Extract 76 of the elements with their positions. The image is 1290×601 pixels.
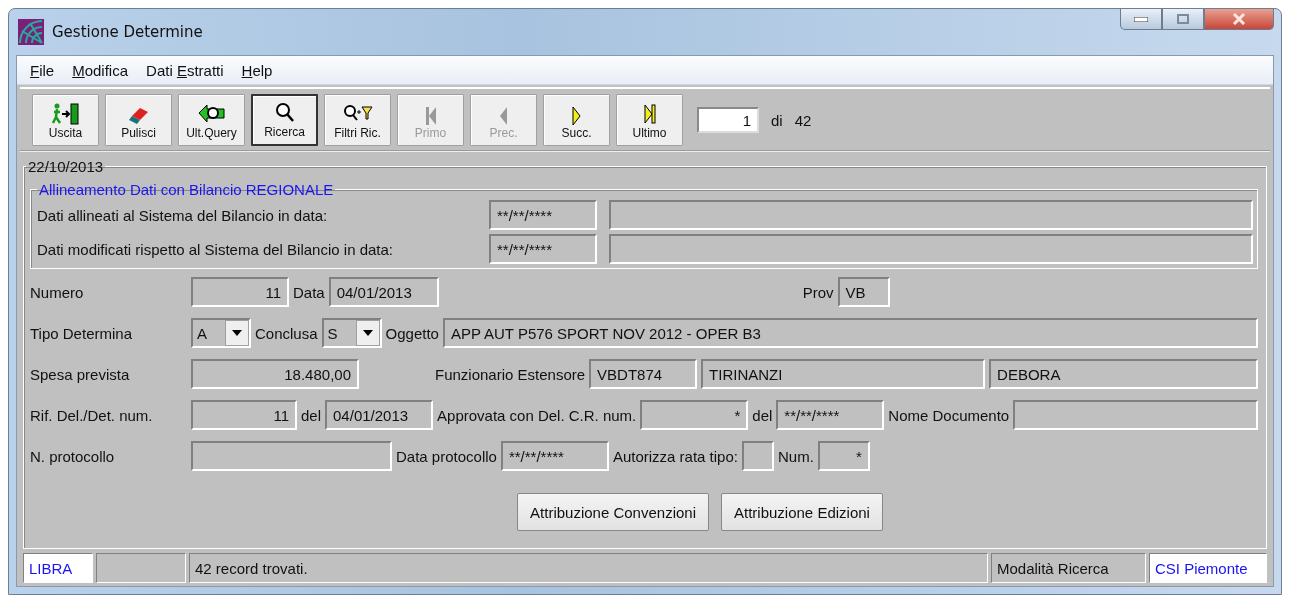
toolbar-button[interactable]: Filtri Ric. — [324, 94, 391, 146]
toolbar-button[interactable]: Uscita — [32, 94, 99, 146]
close-button[interactable] — [1204, 9, 1274, 30]
field-label: Dati modificati rispetto al Sistema del Bilancio in data: — [37, 240, 394, 258]
menu-item[interactable]: File — [21, 61, 64, 79]
text-field[interactable]: APP AUT P576 SPORT NOV 2012 - OPER B3 — [442, 318, 1258, 348]
dropdown[interactable]: A — [191, 318, 251, 348]
text-field[interactable] — [609, 234, 1253, 264]
field-label: Conclusa — [255, 324, 318, 342]
dropdown[interactable]: S — [321, 318, 382, 348]
field-label: Spesa prevista — [30, 365, 131, 383]
text-field[interactable]: TIRINANZI — [701, 359, 986, 389]
text-field[interactable]: VB — [837, 277, 890, 307]
text-field[interactable]: 04/01/2013 — [328, 277, 439, 307]
text-field[interactable]: * — [817, 441, 870, 471]
field-label: Rif. Del./Det. num. — [30, 406, 154, 424]
previous-record-icon — [499, 106, 508, 126]
status-cell: LIBRA — [23, 553, 93, 583]
date-field[interactable]: **/**/**** — [489, 234, 597, 264]
maximize-icon — [1177, 14, 1189, 24]
field-label: Num. — [777, 447, 814, 465]
field-label: Nome Documento — [888, 406, 1010, 424]
toolbar-button[interactable]: Ult.Query — [178, 94, 245, 146]
exit-door-icon — [50, 102, 81, 126]
field-label: Tipo Determina — [30, 324, 133, 342]
window-title: Gestione Determine — [52, 23, 203, 41]
text-field[interactable] — [1013, 400, 1258, 430]
field-label: Prov — [802, 283, 834, 301]
text-field[interactable]: * — [640, 400, 749, 430]
group-title: 22/10/2013 — [27, 158, 105, 175]
minimize-icon — [1134, 16, 1148, 22]
status-cell: CSI Piemonte — [1149, 553, 1267, 583]
next-record-icon — [571, 106, 582, 126]
field-label: Funzionario Estensore — [435, 365, 586, 383]
field-label: Dati allineati al Sistema del Bilancio in data: — [37, 206, 329, 224]
record-number-field[interactable]: 1 — [697, 107, 759, 133]
text-field[interactable]: 18.480,00 — [191, 359, 359, 389]
text-field[interactable]: DEBORA — [989, 359, 1258, 389]
app-logo-icon — [18, 19, 44, 45]
field-label: del — [301, 406, 322, 424]
menu-item[interactable]: Help — [232, 61, 282, 79]
text-field[interactable] — [191, 441, 392, 471]
record-total: 42 — [794, 111, 812, 129]
maximize-button[interactable] — [1162, 9, 1204, 30]
text-field[interactable]: 11 — [191, 277, 289, 307]
minimize-button[interactable] — [1120, 9, 1162, 30]
record-of-label: di — [771, 111, 783, 129]
toolbar-button[interactable]: Succ. — [543, 94, 610, 146]
field-label: Autorizza rata tipo: — [612, 447, 738, 465]
action-button[interactable]: Attribuzione Edizioni — [721, 493, 883, 531]
toolbar-button[interactable]: Ultimo — [616, 94, 683, 146]
text-field[interactable] — [741, 441, 774, 471]
status-cell: 42 record trovati. — [189, 553, 988, 583]
field-label: del — [752, 406, 773, 424]
menu-item[interactable]: Dati Estratti — [137, 61, 233, 79]
toolbar-button[interactable]: Pulisci — [105, 94, 172, 146]
group-title: Allineamento Dati con Bilancio REGIONALE — [38, 181, 335, 198]
field-label: Approvata con Del. C.R. num. — [437, 406, 637, 424]
menu-item[interactable]: Modifica — [63, 61, 138, 79]
text-field[interactable]: **/**/**** — [500, 441, 609, 471]
field-label: Numero — [30, 283, 85, 301]
text-field[interactable]: 04/01/2013 — [325, 400, 434, 430]
close-icon — [1232, 13, 1246, 25]
action-button[interactable]: Attribuzione Convenzioni — [517, 493, 709, 531]
field-label: Data protocollo — [396, 447, 497, 465]
text-field[interactable]: 11 — [191, 400, 297, 430]
status-cell: Modalità Ricerca — [991, 553, 1146, 583]
first-record-icon — [424, 106, 437, 126]
toolbar-button[interactable]: Ricerca — [251, 94, 318, 146]
date-field[interactable]: **/**/**** — [489, 200, 597, 230]
text-field[interactable]: **/**/**** — [776, 400, 885, 430]
field-label: Oggetto — [385, 324, 439, 342]
field-label: N. protocollo — [30, 447, 116, 465]
text-field[interactable]: VBDT874 — [589, 359, 698, 389]
text-field[interactable] — [609, 200, 1253, 230]
field-label: Data — [293, 283, 325, 301]
